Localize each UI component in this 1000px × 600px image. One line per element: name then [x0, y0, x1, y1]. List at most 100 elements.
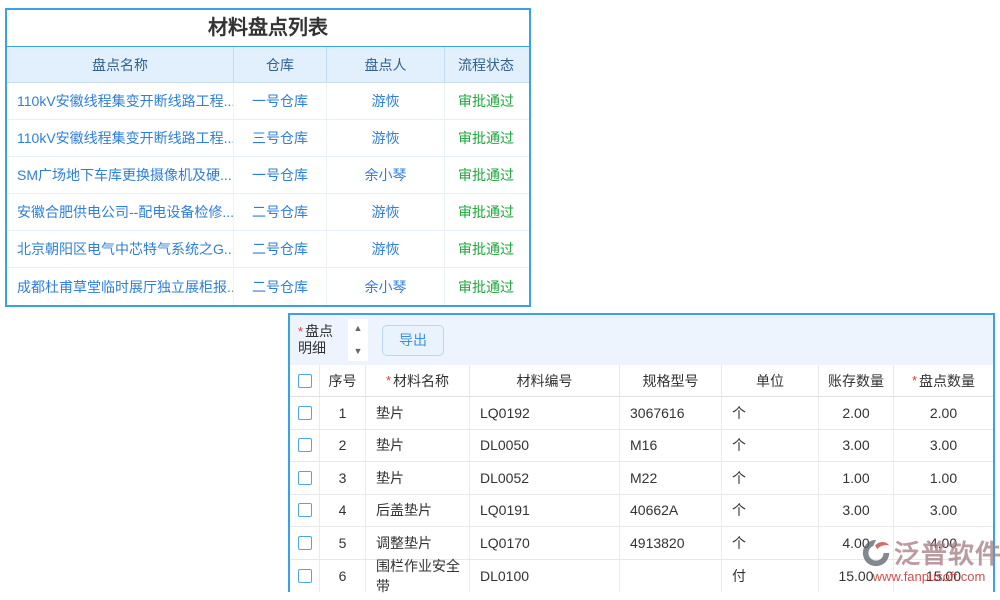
row-select-cell: [290, 527, 320, 559]
arrow-up-icon[interactable]: ▲: [354, 324, 363, 333]
inventory-name-link[interactable]: 110kV安徽线程集变开断线路工程...: [7, 120, 234, 156]
col-header-material-name-label: 材料名称: [393, 371, 449, 391]
select-all-checkbox[interactable]: [298, 374, 312, 388]
select-all-cell: [290, 365, 320, 396]
required-marker: *: [386, 373, 391, 388]
row-checkbox[interactable]: [298, 438, 312, 452]
col-header-book-qty: 账存数量: [819, 365, 894, 396]
person-link[interactable]: 游恢: [327, 194, 445, 230]
export-button[interactable]: 导出: [382, 325, 444, 356]
unit-cell: 个: [722, 397, 819, 429]
table-row: 北京朝阳区电气中芯特气系统之G... 二号仓库 游恢 审批通过: [7, 231, 529, 268]
table-row: 110kV安徽线程集变开断线路工程... 一号仓库 游恢 审批通过: [7, 83, 529, 120]
seq-cell: 2: [320, 430, 366, 462]
status-link[interactable]: 审批通过: [445, 120, 527, 156]
inventory-name-link[interactable]: SM广场地下车库更换摄像机及硬...: [7, 157, 234, 193]
row-checkbox[interactable]: [298, 536, 312, 550]
status-link[interactable]: 审批通过: [445, 194, 527, 230]
inventory-name-link[interactable]: 成都杜甫草堂临时展厅独立展柜报...: [7, 268, 234, 305]
person-link[interactable]: 余小琴: [327, 157, 445, 193]
spec-model-cell: 4913820: [620, 527, 722, 559]
material-name-cell: 调整垫片: [366, 527, 470, 559]
inventory-detail-panel: *盘点明细 ▲ ▼ 导出 序号 *材料名称 材料编号 规格型号 单位 账存数量 …: [288, 313, 995, 592]
count-qty-cell: 15.00: [894, 560, 993, 593]
seq-cell: 1: [320, 397, 366, 429]
spec-model-cell: 40662A: [620, 495, 722, 527]
warehouse-link[interactable]: 二号仓库: [234, 231, 327, 267]
unit-cell: 付: [722, 560, 819, 593]
warehouse-link[interactable]: 二号仓库: [234, 194, 327, 230]
material-name-cell: 后盖垫片: [366, 495, 470, 527]
table-row: 成都杜甫草堂临时展厅独立展柜报... 二号仓库 余小琴 审批通过: [7, 268, 529, 305]
material-code-cell: LQ0192: [470, 397, 620, 429]
required-marker: *: [912, 373, 917, 388]
spec-model-cell: M16: [620, 430, 722, 462]
person-link[interactable]: 余小琴: [327, 268, 445, 305]
table-row: 110kV安徽线程集变开断线路工程... 三号仓库 游恢 审批通过: [7, 120, 529, 157]
book-qty-cell: 3.00: [819, 495, 894, 527]
col-header-count-qty: *盘点数量: [894, 365, 993, 396]
inventory-name-link[interactable]: 110kV安徽线程集变开断线路工程...: [7, 83, 234, 119]
warehouse-link[interactable]: 一号仓库: [234, 83, 327, 119]
table-row: 1 垫片 LQ0192 3067616 个 2.00 2.00: [290, 397, 993, 430]
row-checkbox[interactable]: [298, 471, 312, 485]
material-name-cell: 垫片: [366, 462, 470, 494]
arrow-down-icon[interactable]: ▼: [354, 347, 363, 356]
col-header-unit: 单位: [722, 365, 819, 396]
count-qty-cell: 2.00: [894, 397, 993, 429]
material-inventory-list-panel: 材料盘点列表 盘点名称 仓库 盘点人 流程状态 110kV安徽线程集变开断线路工…: [5, 8, 531, 307]
material-code-cell: DL0100: [470, 560, 620, 593]
page: 材料盘点列表 盘点名称 仓库 盘点人 流程状态 110kV安徽线程集变开断线路工…: [0, 0, 1000, 600]
book-qty-cell: 15.00: [819, 560, 894, 593]
material-name-cell: 围栏作业安全带: [366, 560, 470, 593]
table-row: 5 调整垫片 LQ0170 4913820 个 4.00 4.00: [290, 527, 993, 560]
book-qty-cell: 3.00: [819, 430, 894, 462]
detail-field-label: *盘点明细: [298, 323, 346, 357]
row-checkbox[interactable]: [298, 406, 312, 420]
unit-cell: 个: [722, 430, 819, 462]
status-link[interactable]: 审批通过: [445, 83, 527, 119]
row-checkbox[interactable]: [298, 503, 312, 517]
spec-model-cell: M22: [620, 462, 722, 494]
reorder-spinner: ▲ ▼: [348, 319, 368, 361]
count-qty-cell: 3.00: [894, 430, 993, 462]
status-link[interactable]: 审批通过: [445, 268, 527, 305]
warehouse-link[interactable]: 二号仓库: [234, 268, 327, 305]
table-row: 4 后盖垫片 LQ0191 40662A 个 3.00 3.00: [290, 495, 993, 528]
col-header-seq: 序号: [320, 365, 366, 396]
status-link[interactable]: 审批通过: [445, 231, 527, 267]
material-code-cell: DL0052: [470, 462, 620, 494]
warehouse-link[interactable]: 三号仓库: [234, 120, 327, 156]
unit-cell: 个: [722, 527, 819, 559]
table-row: 2 垫片 DL0050 M16 个 3.00 3.00: [290, 430, 993, 463]
col-header-count-qty-label: 盘点数量: [919, 371, 975, 391]
material-code-cell: LQ0191: [470, 495, 620, 527]
spec-model-cell: [620, 560, 722, 593]
person-link[interactable]: 游恢: [327, 231, 445, 267]
unit-cell: 个: [722, 462, 819, 494]
col-header-status: 流程状态: [445, 47, 527, 82]
inventory-name-link[interactable]: 安徽合肥供电公司--配电设备检修...: [7, 194, 234, 230]
col-header-person: 盘点人: [327, 47, 445, 82]
unit-cell: 个: [722, 495, 819, 527]
inventory-name-link[interactable]: 北京朝阳区电气中芯特气系统之G...: [7, 231, 234, 267]
person-link[interactable]: 游恢: [327, 120, 445, 156]
status-link[interactable]: 审批通过: [445, 157, 527, 193]
row-select-cell: [290, 462, 320, 494]
count-qty-cell: 1.00: [894, 462, 993, 494]
list-title: 材料盘点列表: [7, 10, 529, 46]
row-checkbox[interactable]: [298, 569, 312, 583]
row-select-cell: [290, 397, 320, 429]
warehouse-link[interactable]: 一号仓库: [234, 157, 327, 193]
material-name-cell: 垫片: [366, 430, 470, 462]
col-header-material-name: *材料名称: [366, 365, 470, 396]
col-header-inventory-name: 盘点名称: [7, 47, 234, 82]
table-row: 安徽合肥供电公司--配电设备检修... 二号仓库 游恢 审批通过: [7, 194, 529, 231]
book-qty-cell: 1.00: [819, 462, 894, 494]
seq-cell: 3: [320, 462, 366, 494]
row-select-cell: [290, 430, 320, 462]
book-qty-cell: 2.00: [819, 397, 894, 429]
person-link[interactable]: 游恢: [327, 83, 445, 119]
row-select-cell: [290, 560, 320, 593]
detail-toolbar: *盘点明细 ▲ ▼ 导出: [290, 315, 993, 365]
